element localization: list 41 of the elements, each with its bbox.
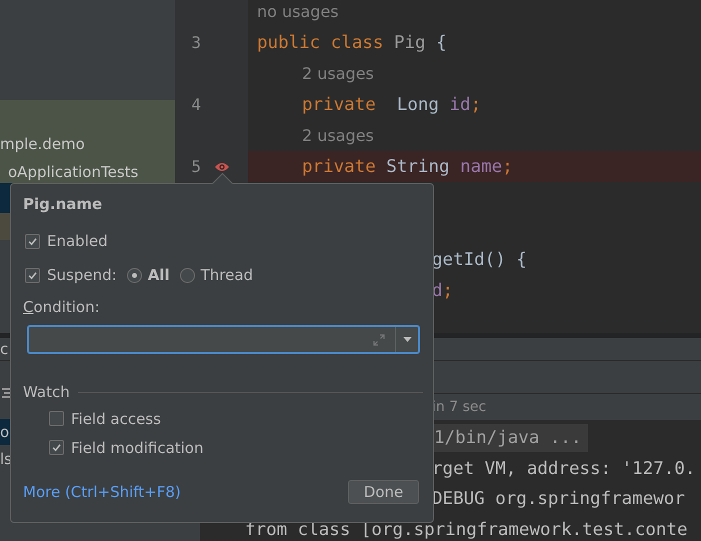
checkbox[interactable] — [49, 411, 64, 426]
checkbox[interactable] — [25, 268, 40, 282]
radio-label[interactable]: Thread — [200, 266, 254, 284]
checkbox-label[interactable]: Field access — [71, 410, 161, 428]
console-line: rget VM, address: '127.0. — [432, 458, 696, 479]
section-title: Watch — [23, 383, 70, 401]
line-number: 5 — [190, 157, 201, 176]
console-line: from class [org.springframework.test.conte — [245, 520, 688, 540]
radio-label[interactable]: All — [148, 266, 170, 284]
usages-hint[interactable]: 2 usages — [302, 64, 374, 83]
line-number: 3 — [190, 33, 201, 52]
tree-item[interactable]: mple.demo — [0, 135, 85, 153]
popup-title: Pig.name — [23, 194, 104, 215]
usages-hint[interactable]: 2 usages — [302, 126, 374, 145]
code-line: private Long id; — [302, 94, 482, 114]
checkbox[interactable] — [49, 440, 64, 455]
checkbox[interactable] — [25, 234, 40, 248]
row-label: c — [0, 340, 8, 358]
code-line: public class Pig { — [257, 32, 447, 52]
line-number: 4 — [190, 95, 201, 114]
row-label: o — [0, 423, 10, 441]
more-link[interactable]: More (Ctrl+Shift+F8) — [23, 483, 181, 501]
checkbox-label[interactable]: Field modification — [71, 438, 204, 456]
sort-icon[interactable] — [2, 387, 12, 399]
watchpoint-icon[interactable] — [214, 160, 230, 172]
check-icon — [27, 270, 38, 280]
console-line: DEBUG org.springframewor — [432, 489, 685, 510]
radio-button[interactable] — [180, 268, 195, 282]
field-label: Condition: — [23, 298, 100, 316]
tree-item[interactable]: oApplicationTests — [8, 163, 138, 181]
caret-icon — [402, 337, 412, 342]
done-button[interactable]: Done — [348, 480, 419, 504]
radio-button[interactable] — [126, 268, 142, 282]
usages-hint[interactable]: no usages — [257, 2, 339, 21]
checkbox-label[interactable]: Enabled — [47, 232, 108, 250]
check-icon — [27, 236, 38, 246]
checkbox-label[interactable]: Suspend: — [47, 266, 117, 284]
condition-field[interactable] — [27, 325, 420, 354]
code-line: private String name; — [302, 156, 513, 176]
code-line: getId() { — [432, 250, 527, 270]
check-icon — [51, 442, 62, 453]
